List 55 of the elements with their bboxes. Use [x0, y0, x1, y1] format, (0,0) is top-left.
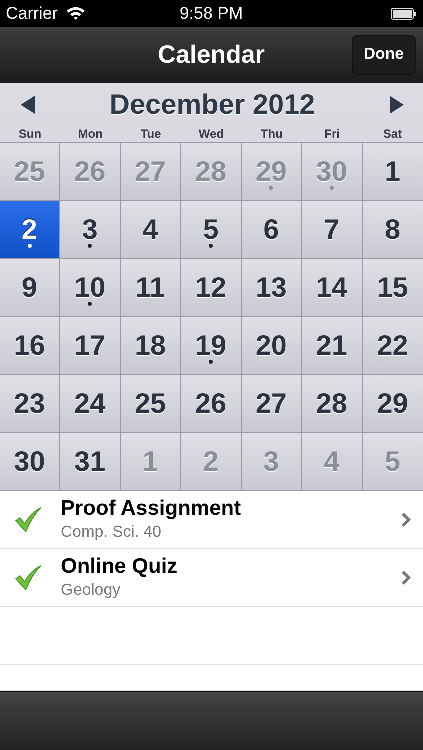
day-cell[interactable]: 13 [242, 259, 302, 317]
day-cell[interactable]: 20 [242, 317, 302, 375]
event-course: Comp. Sci. 40 [61, 524, 162, 542]
weekday-label: Wed [198, 127, 226, 141]
day-cell[interactable]: 10 [60, 259, 121, 317]
day-cell[interactable]: 27 [242, 375, 302, 433]
weekday-label: Tue [140, 127, 162, 141]
event-row[interactable]: Proof Assignment Comp. Sci. 40 [0, 491, 423, 549]
chevron-icon [401, 570, 411, 584]
day-cell[interactable]: 23 [0, 375, 60, 433]
weekday-label: Sun [18, 127, 43, 141]
day-cell[interactable]: 11 [120, 259, 182, 317]
day-cell[interactable]: 28 [302, 375, 363, 433]
day-cell[interactable]: 19 [181, 317, 242, 375]
day-cell[interactable]: 26 [181, 375, 242, 433]
day-cell[interactable]: 1 [362, 143, 423, 201]
weekday-label: Thu [260, 127, 284, 141]
day-cell[interactable]: 29 [362, 375, 423, 433]
event-title: Proof Assignment [61, 497, 242, 521]
wifi-icon [66, 6, 86, 22]
screen-title: Calendar [158, 40, 265, 70]
event-row[interactable]: Online Quiz Geology [0, 549, 423, 607]
day-cell[interactable]: 21 [302, 317, 363, 375]
month-title: December 2012 [110, 89, 316, 121]
weekday-label: Fri [324, 127, 342, 141]
status-time: 9:58 PM [180, 4, 244, 24]
day-cell[interactable]: 25 [120, 375, 182, 433]
day-cell[interactable]: 17 [60, 317, 121, 375]
done-button[interactable]: Done [352, 35, 416, 76]
day-cell[interactable]: 2 [0, 201, 60, 259]
day-cell[interactable]: 30 [0, 433, 60, 491]
event-title: Online Quiz [61, 555, 179, 579]
day-cell[interactable]: 8 [362, 201, 423, 259]
day-cell[interactable]: 18 [120, 317, 182, 375]
day-cell[interactable]: 16 [0, 317, 60, 375]
day-cell[interactable]: 24 [60, 375, 121, 433]
day-cell[interactable]: 12 [181, 259, 242, 317]
day-cell[interactable]: 14 [302, 259, 363, 317]
day-cell[interactable]: 4 [120, 201, 182, 259]
day-cell[interactable]: 5 [181, 201, 242, 259]
next-month-icon[interactable] [388, 95, 405, 115]
weekday-label: Sat [382, 127, 404, 141]
day-cell[interactable]: 3 [60, 201, 121, 259]
weekday-label: Mon [77, 127, 104, 141]
battery-icon [391, 8, 417, 20]
day-cell[interactable]: 7 [302, 201, 363, 259]
chevron-icon [401, 512, 411, 526]
event-course: Geology [61, 582, 122, 600]
previous-month-icon[interactable] [20, 95, 36, 115]
day-cell[interactable]: 31 [60, 433, 121, 491]
day-cell[interactable]: 6 [242, 201, 302, 259]
day-cell[interactable]: 9 [0, 259, 60, 317]
carrier-name: Carrier [6, 4, 58, 24]
day-cell[interactable]: 22 [362, 317, 423, 375]
day-cell[interactable]: 15 [362, 259, 423, 317]
